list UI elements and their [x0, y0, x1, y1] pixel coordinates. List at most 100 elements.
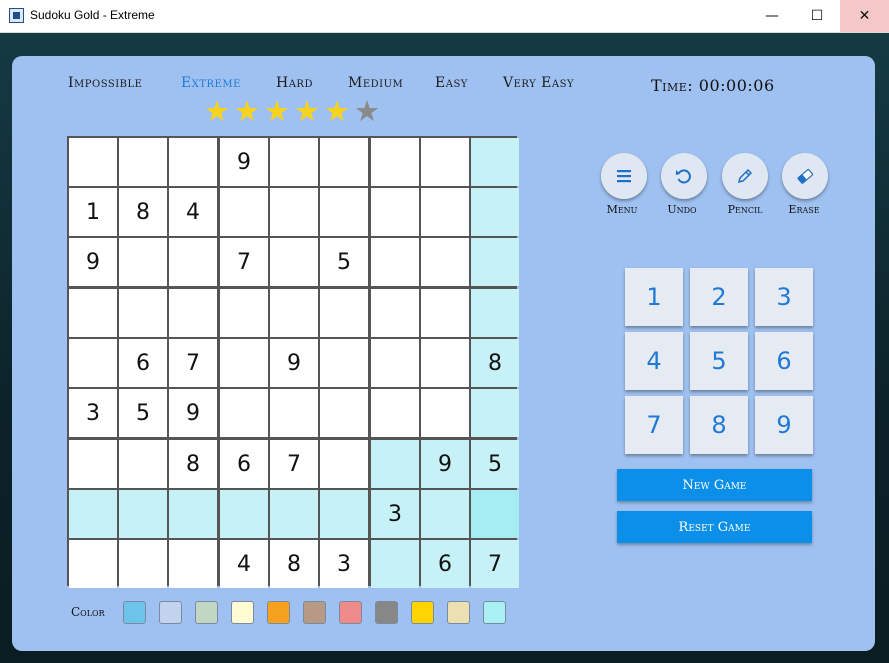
board-cell[interactable]: [371, 440, 419, 488]
board-cell[interactable]: [270, 138, 318, 186]
difficulty-extreme[interactable]: Extreme: [181, 75, 241, 91]
board-cell[interactable]: 9: [270, 339, 318, 387]
difficulty-impossible[interactable]: Impossible: [68, 75, 142, 91]
board-cell[interactable]: [119, 138, 167, 186]
board-cell[interactable]: [220, 289, 268, 337]
board-cell[interactable]: [220, 339, 268, 387]
board-cell[interactable]: 7: [270, 440, 318, 488]
board-cell[interactable]: [169, 238, 217, 286]
board-cell[interactable]: [220, 490, 268, 538]
board-cell[interactable]: [169, 289, 217, 337]
color-swatch[interactable]: [339, 601, 362, 624]
board-cell[interactable]: [270, 490, 318, 538]
board-cell[interactable]: [220, 389, 268, 437]
board-cell[interactable]: [69, 440, 117, 488]
board-cell[interactable]: [169, 540, 217, 588]
board-cell[interactable]: [119, 238, 167, 286]
board-cell[interactable]: [371, 540, 419, 588]
board-cell[interactable]: 8: [471, 339, 519, 387]
color-swatch[interactable]: [123, 601, 146, 624]
difficulty-easy[interactable]: Easy: [435, 75, 468, 91]
board-cell[interactable]: 7: [169, 339, 217, 387]
keypad-1-button[interactable]: 1: [625, 268, 683, 326]
color-swatch[interactable]: [195, 601, 218, 624]
board-cell[interactable]: 6: [220, 440, 268, 488]
board-cell[interactable]: [169, 138, 217, 186]
board-cell[interactable]: 4: [169, 188, 217, 236]
board-cell[interactable]: [421, 389, 469, 437]
minimize-button[interactable]: —: [749, 0, 795, 32]
board-cell[interactable]: 5: [320, 238, 368, 286]
board-cell[interactable]: 7: [220, 238, 268, 286]
board-cell[interactable]: [371, 389, 419, 437]
board-cell[interactable]: [471, 238, 519, 286]
difficulty-hard[interactable]: Hard: [276, 75, 313, 91]
board-cell[interactable]: [119, 540, 167, 588]
board-cell[interactable]: [169, 490, 217, 538]
board-cell[interactable]: [69, 289, 117, 337]
board-cell[interactable]: [69, 490, 117, 538]
keypad-3-button[interactable]: 3: [755, 268, 813, 326]
board-cell[interactable]: 3: [371, 490, 419, 538]
board-cell[interactable]: [421, 238, 469, 286]
keypad-6-button[interactable]: 6: [755, 332, 813, 390]
new-game-button[interactable]: New Game: [617, 469, 812, 501]
board-cell[interactable]: [270, 289, 318, 337]
board-cell[interactable]: [320, 339, 368, 387]
board-cell[interactable]: 8: [169, 440, 217, 488]
maximize-button[interactable]: ☐: [794, 0, 840, 32]
close-button[interactable]: ✕: [840, 0, 889, 32]
erase-button[interactable]: [782, 153, 828, 199]
board-cell[interactable]: 9: [220, 138, 268, 186]
board-cell[interactable]: [69, 339, 117, 387]
board-cell[interactable]: [119, 490, 167, 538]
color-swatch[interactable]: [159, 601, 182, 624]
board-cell[interactable]: [119, 440, 167, 488]
board-cell[interactable]: [371, 138, 419, 186]
keypad-7-button[interactable]: 7: [625, 396, 683, 454]
pencil-button[interactable]: [722, 153, 768, 199]
board-cell[interactable]: [371, 289, 419, 337]
color-swatch[interactable]: [375, 601, 398, 624]
color-swatch[interactable]: [267, 601, 290, 624]
board-cell[interactable]: [471, 389, 519, 437]
color-swatch[interactable]: [483, 601, 506, 624]
board-cell[interactable]: 5: [471, 440, 519, 488]
color-swatch[interactable]: [231, 601, 254, 624]
board-cell[interactable]: 3: [320, 540, 368, 588]
board-cell[interactable]: [69, 138, 117, 186]
difficulty-very-easy[interactable]: Very Easy: [503, 75, 574, 91]
board-cell[interactable]: [270, 389, 318, 437]
board-cell[interactable]: [471, 138, 519, 186]
board-cell[interactable]: 3: [69, 389, 117, 437]
board-cell[interactable]: [320, 289, 368, 337]
keypad-4-button[interactable]: 4: [625, 332, 683, 390]
board-cell[interactable]: [471, 490, 519, 538]
board-cell[interactable]: [421, 188, 469, 236]
board-cell[interactable]: [270, 188, 318, 236]
board-cell[interactable]: [421, 490, 469, 538]
board-cell[interactable]: [320, 188, 368, 236]
board-cell[interactable]: [421, 339, 469, 387]
board-cell[interactable]: [471, 289, 519, 337]
menu-button[interactable]: [601, 153, 647, 199]
color-swatch[interactable]: [411, 601, 434, 624]
board-cell[interactable]: [320, 490, 368, 538]
reset-game-button[interactable]: Reset Game: [617, 511, 812, 543]
board-cell[interactable]: 4: [220, 540, 268, 588]
board-cell[interactable]: 9: [169, 389, 217, 437]
board-cell[interactable]: 9: [69, 238, 117, 286]
board-cell[interactable]: [421, 138, 469, 186]
board-cell[interactable]: [119, 289, 167, 337]
board-cell[interactable]: [270, 238, 318, 286]
board-cell[interactable]: [371, 188, 419, 236]
board-cell[interactable]: [320, 440, 368, 488]
keypad-9-button[interactable]: 9: [755, 396, 813, 454]
board-cell[interactable]: 7: [471, 540, 519, 588]
color-swatch[interactable]: [447, 601, 470, 624]
keypad-2-button[interactable]: 2: [690, 268, 748, 326]
color-swatch[interactable]: [303, 601, 326, 624]
board-cell[interactable]: 6: [119, 339, 167, 387]
board-cell[interactable]: [371, 238, 419, 286]
board-cell[interactable]: [320, 389, 368, 437]
